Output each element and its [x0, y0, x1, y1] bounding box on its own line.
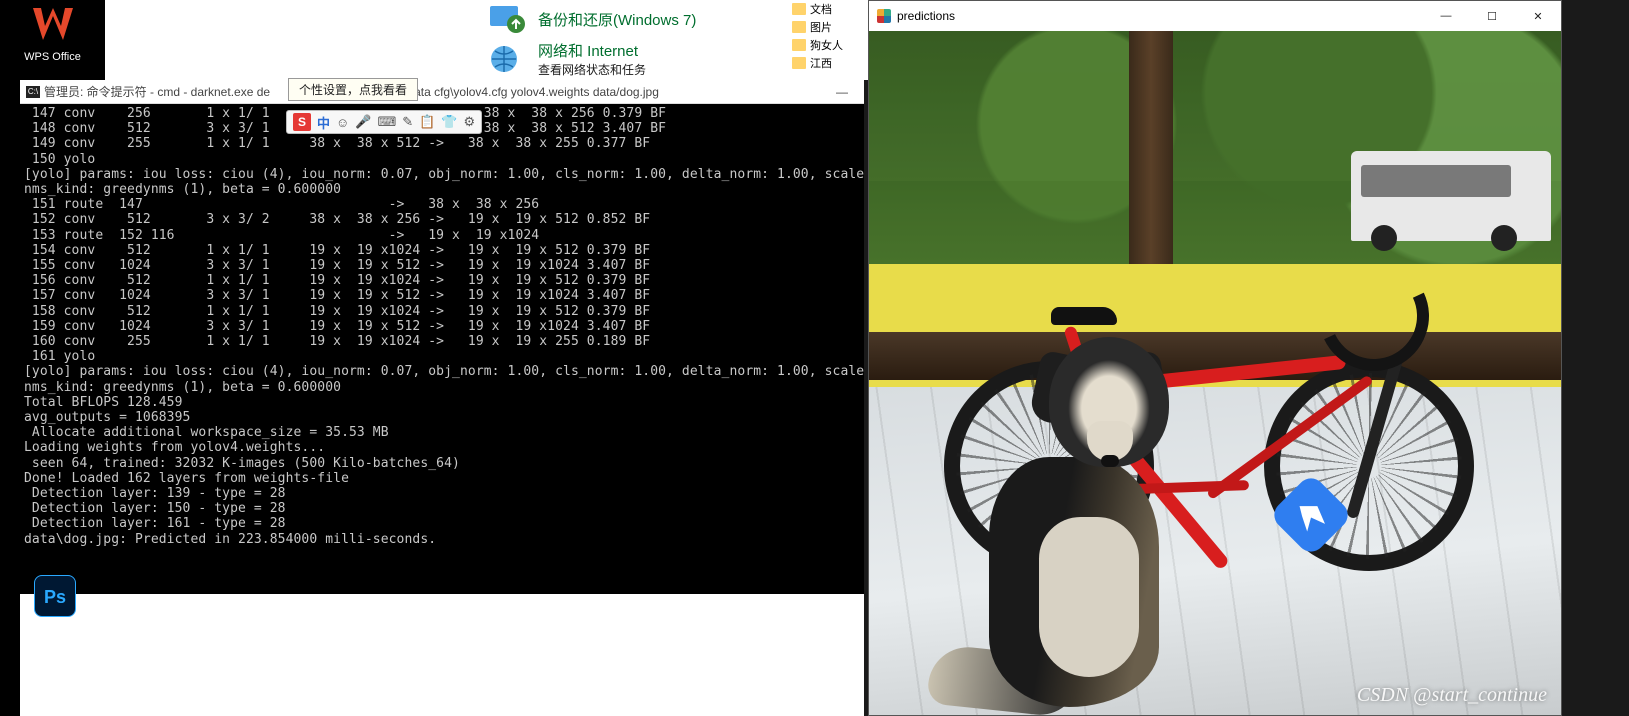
- predictions-window: predictions — ☐ ✕: [868, 0, 1562, 716]
- predictions-title: predictions: [897, 9, 955, 23]
- ime-toolbar[interactable]: S 中 ☺ 🎤 ⌨ ✎ 📋 👕 ⚙: [286, 110, 482, 134]
- cp-network-title: 网络和 Internet: [538, 40, 646, 61]
- sogou-logo-icon[interactable]: S: [293, 113, 311, 131]
- ime-keyboard-icon[interactable]: ⌨: [377, 114, 396, 130]
- ime-clipboard-icon[interactable]: 📋: [419, 114, 435, 130]
- wps-label: WPS Office: [0, 51, 105, 63]
- photoshop-shortcut[interactable]: Ps Adobe Photosh...: [20, 575, 90, 645]
- ime-tooltip: 个性设置，点我看看: [288, 78, 418, 101]
- ime-voice-icon[interactable]: 🎤: [355, 114, 371, 130]
- command-prompt-window: C:\ 管理员: 命令提示符 - cmd - darknet.exe de at…: [20, 80, 864, 716]
- ime-lang-toggle[interactable]: 中: [317, 113, 330, 132]
- minimize-button[interactable]: —: [1423, 1, 1469, 31]
- cmd-icon: C:\: [26, 86, 40, 98]
- photoshop-label: Adobe Photosh...: [20, 621, 90, 645]
- explorer-item[interactable]: 江西: [790, 54, 868, 72]
- ime-handwrite-icon[interactable]: ✎: [402, 114, 413, 130]
- network-icon: [486, 42, 526, 76]
- prediction-image: CSDN @start_continue: [869, 31, 1561, 715]
- maximize-button[interactable]: ☐: [1469, 1, 1515, 31]
- close-button[interactable]: ✕: [1515, 1, 1561, 31]
- explorer-item[interactable]: 文档: [790, 0, 868, 18]
- watermark-text: CSDN @start_continue: [1357, 684, 1547, 707]
- detected-van: [1351, 151, 1551, 241]
- folder-icon: [792, 3, 806, 15]
- photoshop-icon: Ps: [34, 575, 76, 617]
- cmd-title-tail: ata cfg\yolov4.cfg yolov4.weights data/d…: [414, 85, 659, 99]
- predictions-titlebar[interactable]: predictions — ☐ ✕: [869, 1, 1561, 31]
- wps-office-shortcut[interactable]: WPS Office: [0, 0, 105, 80]
- folder-icon: [792, 57, 806, 69]
- explorer-item[interactable]: 图片: [790, 18, 868, 36]
- desktop-left-strip: [0, 0, 20, 716]
- minimize-button[interactable]: —: [826, 85, 858, 99]
- cp-network-sub: 查看网络状态和任务: [538, 61, 646, 78]
- ime-punct-icon[interactable]: ☺: [336, 115, 349, 130]
- ime-settings-icon[interactable]: ⚙: [464, 114, 476, 130]
- cmd-titlebar[interactable]: C:\ 管理员: 命令提示符 - cmd - darknet.exe de at…: [20, 80, 864, 104]
- cmd-title-text: 管理员: 命令提示符 - cmd - darknet.exe de: [44, 83, 270, 100]
- folder-icon: [792, 21, 806, 33]
- backup-icon: [486, 2, 526, 36]
- cmd-output[interactable]: 147 conv 256 1 x 1/ 1 38 x 38 x 256 0.37…: [20, 104, 864, 594]
- folder-icon: [792, 39, 806, 51]
- detected-dog: [979, 337, 1189, 707]
- cp-backup-title: 备份和还原(Windows 7): [538, 9, 696, 30]
- opencv-icon: [877, 9, 891, 23]
- explorer-item[interactable]: 狗女人: [790, 36, 868, 54]
- ime-skin-icon[interactable]: 👕: [441, 114, 457, 130]
- explorer-fragment: 文档 图片 狗女人 江西: [790, 0, 868, 80]
- wps-logo-icon: [31, 6, 75, 44]
